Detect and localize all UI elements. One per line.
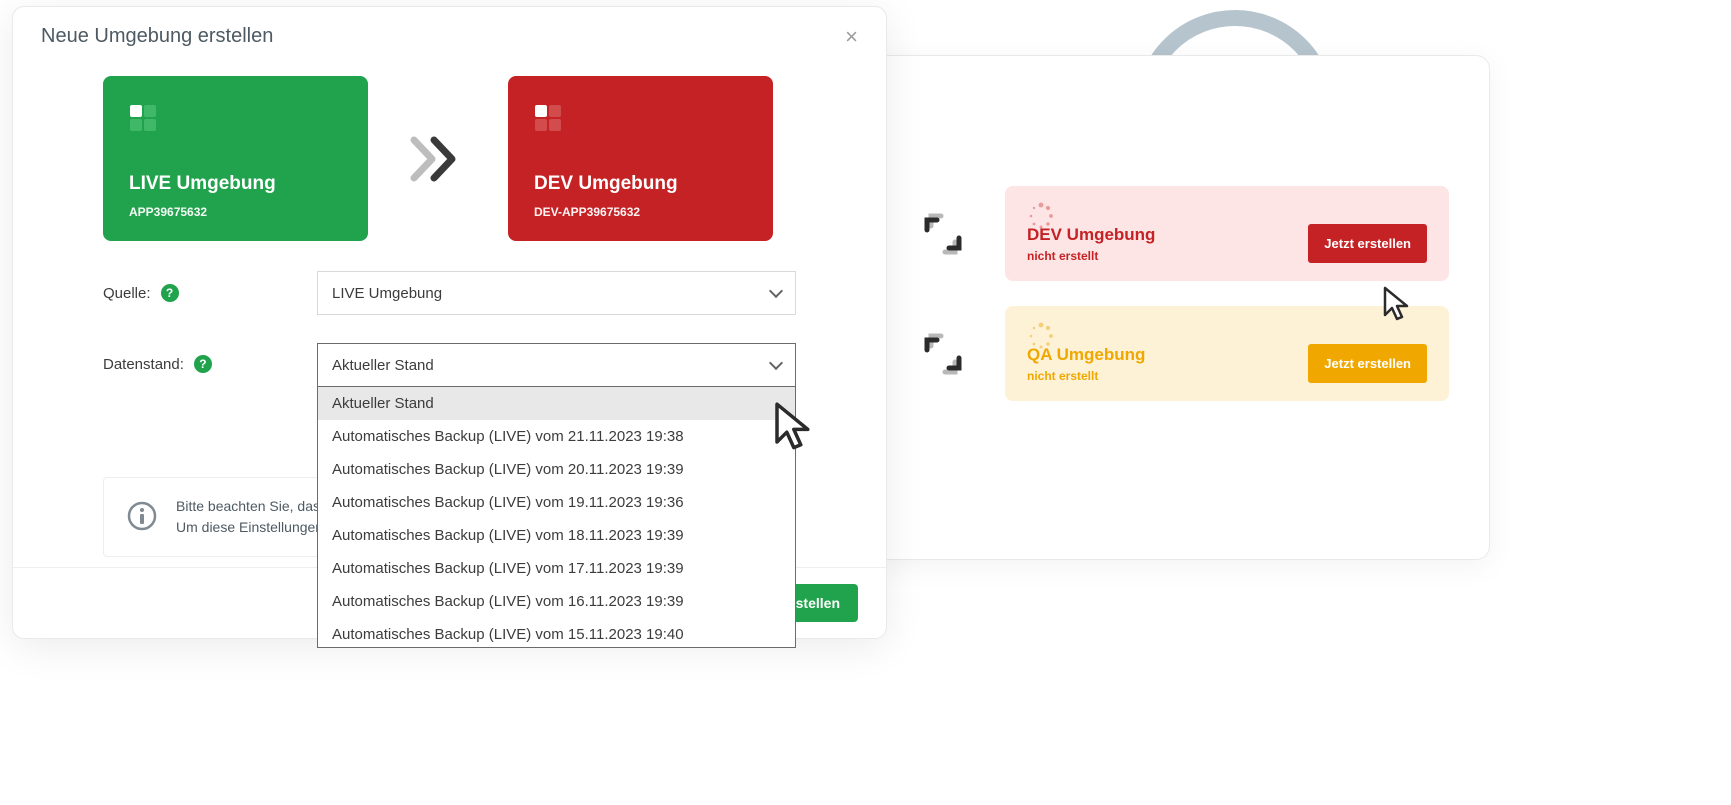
dev-env-row: DEV Umgebung nicht erstellt Jetzt erstel… (911, 186, 1449, 281)
source-select[interactable]: LIVE Umgebung (317, 271, 796, 315)
datastate-option[interactable]: Automatisches Backup (LIVE) vom 18.11.20… (318, 519, 795, 552)
arrow-right-icon (408, 134, 468, 184)
datastate-row: Datenstand: ? Aktueller Stand Aktueller … (103, 343, 796, 387)
datastate-option[interactable]: Automatisches Backup (LIVE) vom 15.11.20… (318, 618, 795, 648)
close-icon[interactable]: × (845, 26, 858, 48)
dev-env-status: nicht erstellt (1027, 249, 1155, 263)
environments-panel: DEV Umgebung nicht erstellt Jetzt erstel… (870, 55, 1490, 560)
apps-grid-icon (129, 104, 159, 132)
loading-spinner-icon (1027, 322, 1055, 350)
live-tile-id: APP39675632 (129, 205, 342, 219)
help-icon[interactable]: ? (161, 284, 179, 302)
datastate-option[interactable]: Automatisches Backup (LIVE) vom 19.11.20… (318, 486, 795, 519)
live-tile: LIVE Umgebung APP39675632 (103, 76, 368, 241)
create-environment-modal: Neue Umgebung erstellen × LIVE Umgebung … (12, 6, 887, 639)
datastate-select[interactable]: Aktueller Stand (317, 343, 796, 387)
datastate-option[interactable]: Automatisches Backup (LIVE) vom 20.11.20… (318, 453, 795, 486)
qa-env-status: nicht erstellt (1027, 369, 1145, 383)
loading-spinner-icon (1027, 202, 1055, 230)
dev-tile-name: DEV Umgebung (534, 173, 747, 195)
help-icon[interactable]: ? (194, 355, 212, 373)
dev-env-card: DEV Umgebung nicht erstellt Jetzt erstel… (1005, 186, 1449, 281)
apps-grid-icon (534, 104, 564, 132)
qa-create-button[interactable]: Jetzt erstellen (1308, 344, 1427, 383)
qa-env-card: QA Umgebung nicht erstellt Jetzt erstell… (1005, 306, 1449, 401)
datastate-dropdown: Aktueller StandAutomatisches Backup (LIV… (317, 387, 796, 648)
dev-create-button[interactable]: Jetzt erstellen (1308, 224, 1427, 263)
dev-tile: DEV Umgebung DEV-APP39675632 (508, 76, 773, 241)
modal-title: Neue Umgebung erstellen (41, 25, 273, 48)
swap-arrows-icon (911, 202, 975, 266)
source-row: Quelle: ? LIVE Umgebung (103, 271, 796, 315)
datastate-option[interactable]: Automatisches Backup (LIVE) vom 16.11.20… (318, 585, 795, 618)
info-icon (126, 500, 158, 532)
source-label: Quelle: (103, 285, 151, 302)
datastate-select-value: Aktueller Stand (332, 357, 434, 374)
qa-env-row: QA Umgebung nicht erstellt Jetzt erstell… (911, 306, 1449, 401)
datastate-label: Datenstand: (103, 356, 184, 373)
source-select-value: LIVE Umgebung (332, 285, 442, 302)
datastate-option[interactable]: Automatisches Backup (LIVE) vom 17.11.20… (318, 552, 795, 585)
dev-tile-id: DEV-APP39675632 (534, 205, 747, 219)
datastate-option[interactable]: Automatisches Backup (LIVE) vom 21.11.20… (318, 420, 795, 453)
live-tile-name: LIVE Umgebung (129, 173, 342, 195)
datastate-option[interactable]: Aktueller Stand (318, 387, 795, 420)
swap-arrows-icon (911, 322, 975, 386)
